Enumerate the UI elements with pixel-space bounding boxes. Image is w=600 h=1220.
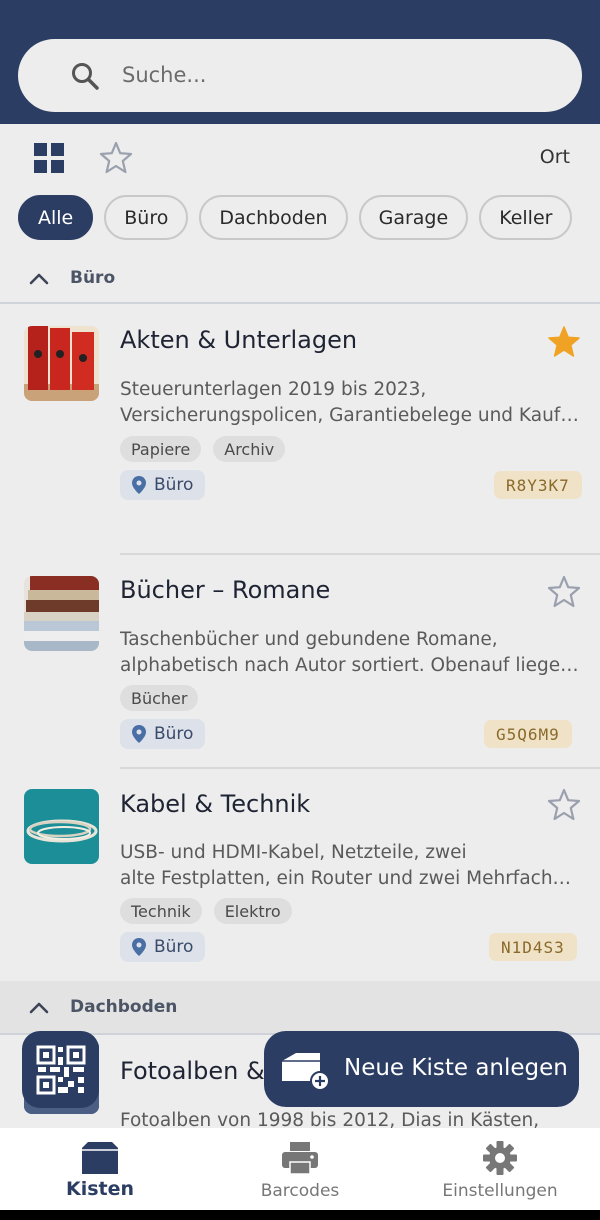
qr-code-icon bbox=[36, 1045, 85, 1094]
box-title: Fotoalben & bbox=[120, 1057, 265, 1085]
location-badge: Büro bbox=[120, 932, 206, 962]
chevron-up-icon bbox=[29, 273, 49, 285]
sort-button[interactable]: Ort bbox=[500, 146, 570, 168]
search-bar[interactable] bbox=[18, 39, 582, 112]
location-pin-icon bbox=[132, 938, 146, 956]
box-code-badge: R8Y3K7 bbox=[494, 471, 582, 499]
section-header-buero[interactable]: Büro bbox=[0, 254, 600, 304]
tag-list: Bücher bbox=[120, 685, 199, 711]
box-description: USB- und HDMI-Kabel, Netzteile, zwei alt… bbox=[120, 842, 580, 889]
box-icon bbox=[82, 1142, 118, 1174]
scan-qr-button[interactable] bbox=[22, 1031, 99, 1108]
search-input[interactable] bbox=[122, 57, 562, 93]
box-code-badge: G5Q6M9 bbox=[484, 720, 572, 748]
tag[interactable]: Elektro bbox=[213, 898, 292, 924]
favorites-filter-icon[interactable] bbox=[98, 140, 134, 176]
box-description: Taschenbücher und gebundene Romane, alph… bbox=[120, 629, 580, 676]
nav-label: Einstellungen bbox=[442, 1181, 558, 1201]
box-thumbnail bbox=[24, 789, 99, 864]
nav-label: Barcodes bbox=[260, 1181, 340, 1201]
box-description: Fotoalben von 1998 bis 2012, Dias in Käs… bbox=[120, 1110, 540, 1128]
tag[interactable]: Technik bbox=[120, 898, 202, 924]
chip-keller[interactable]: Keller bbox=[479, 195, 573, 240]
box-code-badge: N1D4S3 bbox=[489, 933, 577, 961]
tag-list: Papiere Archiv bbox=[120, 436, 286, 462]
chip-garage[interactable]: Garage bbox=[358, 195, 469, 240]
star-outline-icon[interactable] bbox=[546, 574, 582, 610]
divider bbox=[120, 767, 600, 769]
star-filled-icon[interactable] bbox=[546, 324, 582, 360]
divider bbox=[120, 553, 600, 555]
box-card[interactable]: Kabel & Technik USB- und HDMI-Kabel, Net… bbox=[0, 770, 600, 980]
new-box-button[interactable]: Neue Kiste anlegen bbox=[264, 1031, 579, 1107]
printer-icon bbox=[282, 1142, 318, 1175]
section-header-dachboden[interactable]: Dachboden bbox=[0, 981, 600, 1035]
location-badge: Büro bbox=[120, 470, 206, 500]
star-outline-icon[interactable] bbox=[546, 787, 582, 823]
box-title: Kabel & Technik bbox=[120, 790, 311, 818]
grid-view-icon[interactable] bbox=[34, 143, 64, 173]
location-pin-icon bbox=[132, 725, 146, 743]
system-bar bbox=[0, 1210, 600, 1220]
tag[interactable]: Bücher bbox=[120, 685, 199, 711]
search-icon bbox=[72, 63, 99, 90]
gear-icon bbox=[483, 1141, 517, 1175]
bottom-navigation: Kisten Barcodes Einstellungen bbox=[0, 1128, 600, 1210]
box-title: Akten & Unterlagen bbox=[120, 326, 358, 354]
tag[interactable]: Archiv bbox=[213, 436, 286, 462]
tag[interactable]: Papiere bbox=[120, 436, 202, 462]
section-title: Dachboden bbox=[70, 997, 178, 1017]
box-thumbnail bbox=[24, 326, 99, 401]
nav-item-kisten[interactable]: Kisten bbox=[0, 1128, 200, 1210]
chip-dachboden[interactable]: Dachboden bbox=[199, 195, 348, 240]
location-badge: Büro bbox=[120, 719, 206, 749]
box-thumbnail bbox=[24, 576, 99, 651]
section-title: Büro bbox=[70, 268, 116, 288]
box-card[interactable]: Bücher – Romane Taschenbücher und gebund… bbox=[0, 556, 600, 768]
chip-alle[interactable]: Alle bbox=[18, 195, 94, 240]
box-title: Bücher – Romane bbox=[120, 576, 331, 604]
nav-item-einstellungen[interactable]: Einstellungen bbox=[400, 1128, 600, 1210]
add-box-icon bbox=[282, 1053, 330, 1091]
chip-buero[interactable]: Büro bbox=[104, 195, 189, 240]
tag-list: Technik Elektro bbox=[120, 898, 292, 924]
nav-item-barcodes[interactable]: Barcodes bbox=[200, 1128, 400, 1210]
location-pin-icon bbox=[132, 476, 146, 494]
box-card[interactable]: Akten & Unterlagen Steuerunterlagen 2019… bbox=[0, 306, 600, 554]
filter-chips: Alle Büro Dachboden Garage Keller bbox=[18, 195, 573, 241]
nav-label: Kisten bbox=[65, 1178, 135, 1200]
box-description: Steuerunterlagen 2019 bis 2023, Versiche… bbox=[120, 379, 580, 426]
app-header bbox=[0, 0, 600, 124]
new-box-label: Neue Kiste anlegen bbox=[344, 1055, 568, 1081]
chevron-up-icon bbox=[29, 1002, 49, 1014]
